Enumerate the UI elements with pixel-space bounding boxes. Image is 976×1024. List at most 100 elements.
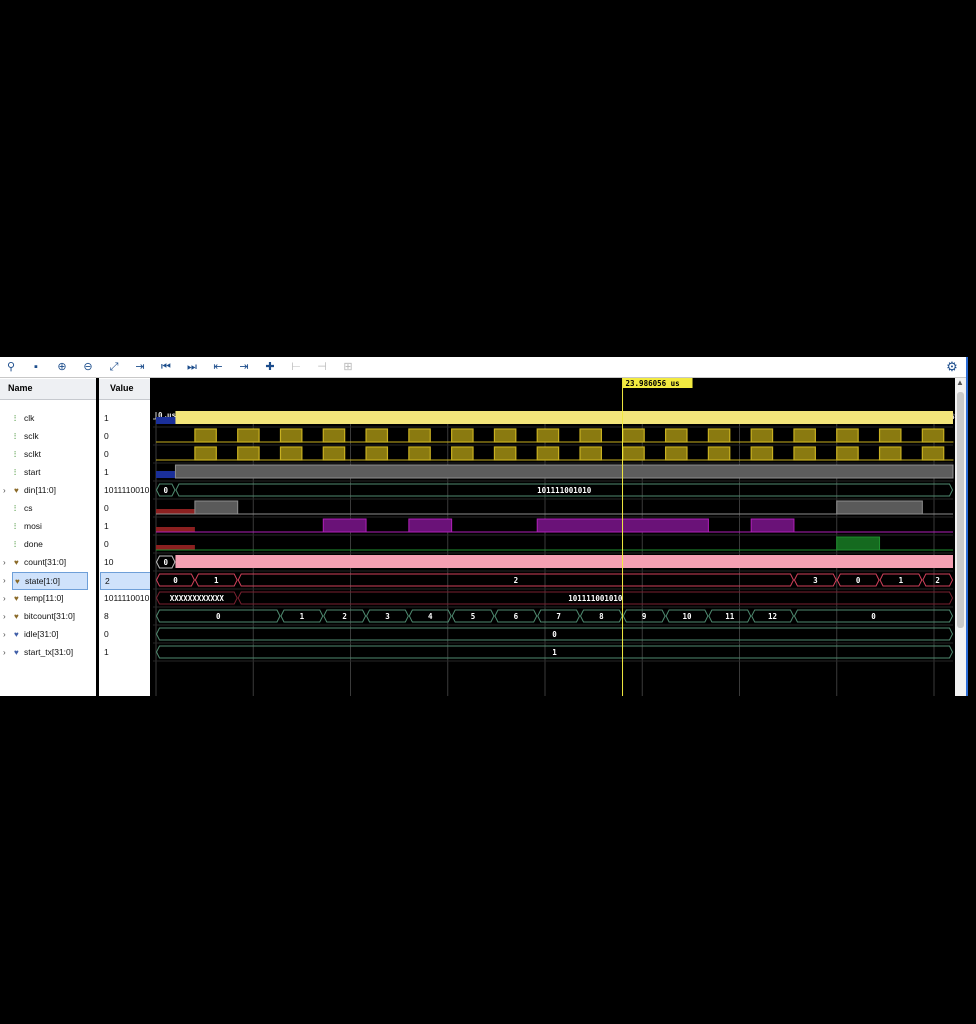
bitcount-bus-label: 10: [682, 612, 692, 621]
signal-name: din[11:0]: [24, 485, 56, 495]
vertical-scrollbar[interactable]: ▲: [955, 378, 966, 696]
next-transition-icon[interactable]: ⇥: [236, 359, 252, 375]
signal-row[interactable]: › ♥ state[1:0] 2: [0, 572, 151, 590]
signal-row[interactable]: ⫶ sclk 0: [0, 428, 150, 446]
signal-value-cell[interactable]: 10: [100, 554, 149, 570]
expand-chevron-icon[interactable]: ›: [3, 576, 6, 585]
bitcount-bus-label: 0: [871, 612, 876, 621]
sclk-pulse: [493, 428, 517, 443]
sclk-pulse: [921, 428, 945, 443]
bitcount-bus-label: 2: [342, 612, 347, 621]
search-icon[interactable]: ⚲: [3, 359, 19, 375]
gear-icon[interactable]: ⚙: [944, 359, 960, 375]
signal-value: 101111001010: [104, 485, 149, 495]
bitcount-bus-label: 6: [514, 612, 519, 621]
signal-value-cell[interactable]: 0: [100, 500, 149, 516]
waveform-pane[interactable]: 0 us5 us10 us15 us20 us25 us30 us35 us40…: [153, 378, 959, 696]
expand-chevron-icon[interactable]: ›: [3, 558, 6, 567]
go-to-cursor-icon[interactable]: ⇥: [132, 359, 148, 375]
signal-value: 1: [104, 467, 109, 477]
add-marker-icon[interactable]: ✚: [262, 359, 278, 375]
sclkt-pulse: [664, 446, 688, 461]
zoom-out-icon[interactable]: ⊖: [80, 359, 96, 375]
signal-value-cell[interactable]: 1: [100, 464, 149, 480]
din-bus-label: 0: [163, 486, 168, 495]
expand-chevron-icon[interactable]: ›: [3, 486, 6, 495]
scrollbar-thumb[interactable]: [957, 392, 964, 628]
signal-name-cell[interactable]: ⫶ sclk: [12, 428, 86, 444]
signal-row[interactable]: › ♥ bitcount[31:0] 8: [0, 608, 150, 626]
waveform-canvas[interactable]: 0 us5 us10 us15 us20 us25 us30 us35 us40…: [153, 378, 959, 696]
count-bus-label: 0: [163, 558, 168, 567]
signal-value: 1: [104, 647, 109, 657]
column-divider[interactable]: [96, 378, 99, 696]
signal-value-cell[interactable]: 101111001010: [100, 590, 149, 606]
mosi-wave: [322, 518, 367, 533]
sclkt-pulse: [237, 446, 260, 461]
bitcount-bus-label: 12: [768, 612, 777, 621]
signal-name-cell[interactable]: ⫶ cs: [12, 500, 86, 516]
go-to-start-icon[interactable]: ⏮: [158, 359, 174, 375]
signal-name-cell[interactable]: ⫶ sclkt: [12, 446, 86, 462]
bit-signal-icon: ⫶: [14, 540, 16, 549]
cs-wave: [194, 500, 239, 515]
signal-name-cell[interactable]: ⫶ mosi: [12, 518, 86, 534]
signal-row[interactable]: › ♥ din[11:0] 101111001010: [0, 482, 150, 500]
signal-name-cell[interactable]: ♥ count[31:0]: [12, 554, 86, 570]
expand-chevron-icon[interactable]: ›: [3, 594, 6, 603]
signal-row[interactable]: ⫶ sclkt 0: [0, 446, 150, 464]
signal-row[interactable]: ⫶ start 1: [0, 464, 150, 482]
signal-value-cell[interactable]: 0: [100, 626, 149, 642]
bitcount-bus-label: 9: [642, 612, 647, 621]
expand-chevron-icon[interactable]: ›: [3, 648, 6, 657]
sclk-pulse: [793, 428, 816, 443]
expand-chevron-icon[interactable]: ›: [3, 612, 6, 621]
signal-name-cell[interactable]: ⫶ start: [12, 464, 86, 480]
signal-value-cell[interactable]: 101111001010: [100, 482, 149, 498]
signal-value-cell[interactable]: 0: [100, 536, 149, 552]
signal-row[interactable]: › ♥ idle[31:0] 0: [0, 626, 150, 644]
signal-value-cell[interactable]: 1: [100, 644, 149, 660]
signal-value-cell[interactable]: 0: [100, 446, 149, 462]
signal-row[interactable]: ⫶ mosi 1: [0, 518, 150, 536]
signal-name-cell[interactable]: ♥ din[11:0]: [12, 482, 86, 498]
zoom-fit-icon[interactable]: ⤢: [106, 359, 122, 375]
signal-name-cell[interactable]: ♥ bitcount[31:0]: [12, 608, 86, 624]
sclkt-pulse: [622, 446, 645, 461]
cs-wave: [836, 500, 923, 515]
signal-row[interactable]: › ♥ count[31:0] 10: [0, 554, 150, 572]
signal-row[interactable]: › ♥ start_tx[31:0] 1: [0, 644, 150, 662]
signal-value-cell[interactable]: 0: [100, 428, 149, 444]
signal-name-cell[interactable]: ♥ idle[31:0]: [12, 626, 86, 642]
zoom-in-icon[interactable]: ⊕: [54, 359, 70, 375]
signal-value: 0: [104, 503, 109, 513]
signal-value-cell[interactable]: 2: [100, 572, 151, 590]
signal-name-cell[interactable]: ♥ start_tx[31:0]: [12, 644, 86, 660]
sclkt-pulse: [579, 446, 603, 461]
signal-row[interactable]: › ♥ temp[11:0] 101111001010: [0, 590, 150, 608]
signal-name-cell[interactable]: ⫶ done: [12, 536, 86, 552]
sclk-pulse: [536, 428, 560, 443]
signal-value-cell[interactable]: 8: [100, 608, 149, 624]
value-column-header[interactable]: Value: [110, 383, 134, 393]
signal-row[interactable]: ⫶ done 0: [0, 536, 150, 554]
go-to-end-icon[interactable]: ⏭: [184, 359, 200, 375]
expand-chevron-icon[interactable]: ›: [3, 630, 6, 639]
signal-value-cell[interactable]: 1: [100, 410, 149, 426]
signal-name: count[31:0]: [24, 557, 67, 567]
bitcount-bus-label: 0: [216, 612, 221, 621]
scroll-up-icon[interactable]: ▲: [956, 378, 964, 387]
signal-row[interactable]: ⫶ cs 0: [0, 500, 150, 518]
name-column-header[interactable]: Name: [8, 383, 33, 393]
previous-transition-icon[interactable]: ⇤: [210, 359, 226, 375]
waveform-toolbar: ⚲ ▪ ⊕ ⊖ ⤢ ⇥ ⏮ ⏭ ⇤ ⇥ ✚ ⊢ ⊣ ⊞ ⚙: [0, 357, 966, 378]
signal-name-cell[interactable]: ♥ state[1:0]: [12, 572, 88, 590]
signal-row[interactable]: ⫶ clk 1: [0, 410, 150, 428]
signal-value-cell[interactable]: 1: [100, 518, 149, 534]
signal-name-cell[interactable]: ♥ temp[11:0]: [12, 590, 86, 606]
save-icon[interactable]: ▪: [28, 359, 44, 375]
signal-name-cell[interactable]: ⫶ clk: [12, 410, 86, 426]
bitcount-bus-label: 3: [385, 612, 390, 621]
swap-cursors-icon: ⊞: [343, 361, 353, 373]
window-border: [966, 357, 968, 696]
